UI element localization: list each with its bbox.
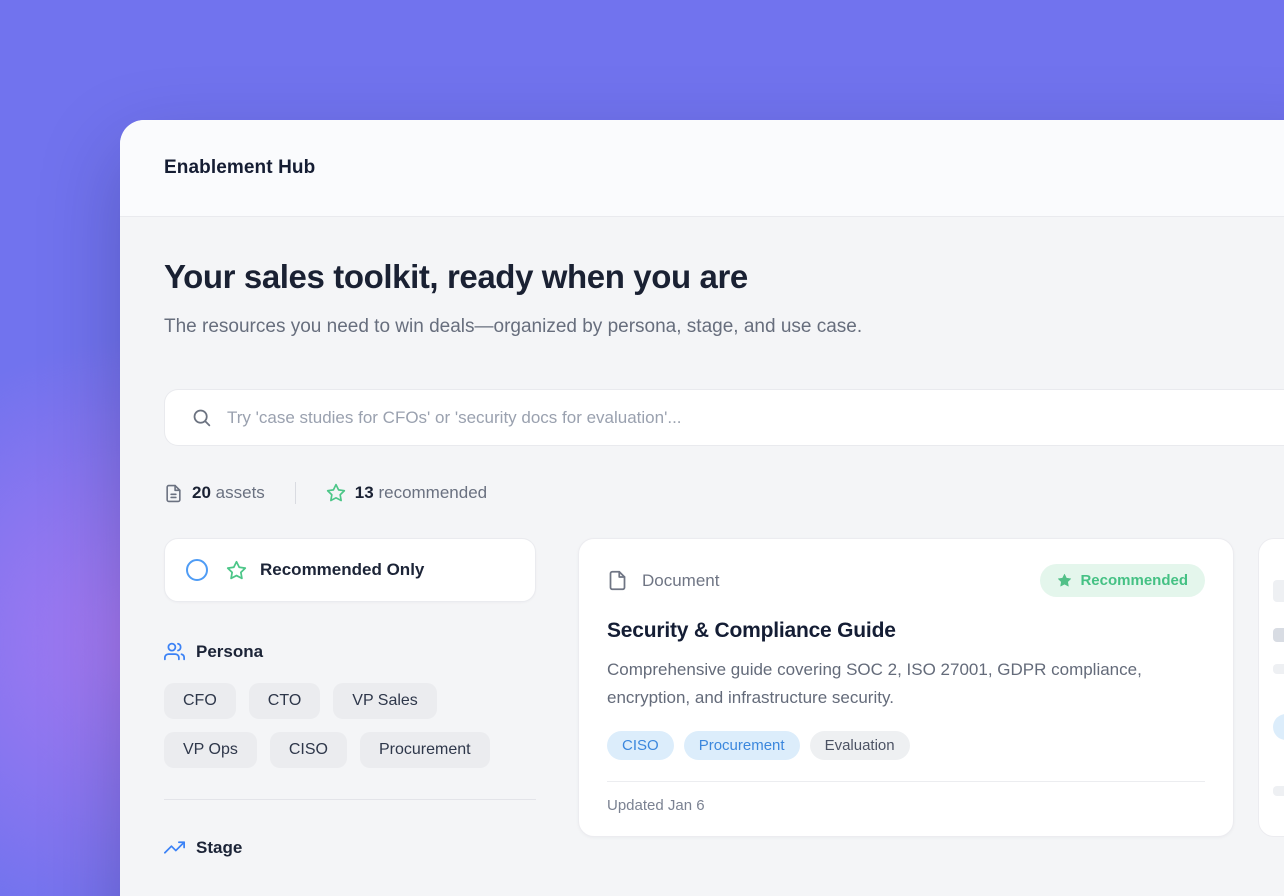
persona-section-title: Persona: [196, 642, 263, 662]
stage-section-title: Stage: [196, 838, 242, 858]
star-icon: [326, 483, 346, 503]
search-input[interactable]: [227, 408, 1284, 428]
star-icon: [226, 560, 247, 581]
asset-updated: Updated Jan 6: [607, 781, 1205, 814]
app-title: Enablement Hub: [164, 157, 315, 179]
search-bar[interactable]: [164, 389, 1284, 446]
persona-chip-cto[interactable]: CTO: [249, 683, 320, 719]
stage-section-header: Stage: [164, 837, 536, 858]
tag-evaluation: Evaluation: [810, 731, 910, 760]
asset-column: Document Recommended Security & Complian…: [578, 538, 1234, 837]
enablement-hub-window: Enablement Hub Your sales toolkit, ready…: [120, 120, 1284, 896]
asset-card-security-compliance-guide[interactable]: Document Recommended Security & Complian…: [578, 538, 1234, 837]
assets-label: assets: [216, 483, 265, 502]
asset-description: Comprehensive guide covering SOC 2, ISO …: [607, 656, 1205, 712]
persona-chip-procurement[interactable]: Procurement: [360, 732, 490, 768]
asset-card-header: Document Recommended: [607, 564, 1205, 597]
stats-row: 20 assets 13 recommended: [164, 482, 1284, 504]
peek-footer-stub: [1273, 786, 1284, 796]
recommended-label: recommended: [378, 483, 487, 502]
persona-section-header: Persona: [164, 641, 536, 662]
assets-stat: 20 assets: [164, 483, 265, 503]
next-asset-card-partial[interactable]: [1258, 538, 1284, 837]
asset-type: Document: [607, 570, 719, 591]
persona-chips: CFO CTO VP Sales VP Ops CISO Procurement: [164, 683, 536, 768]
tag-procurement: Procurement: [684, 731, 800, 760]
persona-chip-vp-ops[interactable]: VP Ops: [164, 732, 257, 768]
page-title: Your sales toolkit, ready when you are: [164, 258, 1284, 296]
persona-chip-cfo[interactable]: CFO: [164, 683, 236, 719]
asset-type-label: Document: [642, 571, 719, 591]
page-subtitle: The resources you need to win deals—orga…: [164, 310, 864, 343]
star-filled-icon: [1057, 573, 1072, 588]
recommended-stat: 13 recommended: [326, 483, 487, 503]
stats-divider: [295, 482, 296, 504]
asset-title: Security & Compliance Guide: [607, 619, 1205, 643]
filters-divider: [164, 799, 536, 800]
tag-ciso: CISO: [607, 731, 674, 760]
filters-sidebar: Recommended Only Persona CFO CTO VP Sale…: [164, 538, 536, 858]
persona-chip-ciso[interactable]: CISO: [270, 732, 347, 768]
persona-chip-vp-sales[interactable]: VP Sales: [333, 683, 437, 719]
window-header: Enablement Hub: [120, 120, 1284, 217]
recommended-only-toggle[interactable]: Recommended Only: [164, 538, 536, 602]
users-icon: [164, 641, 185, 662]
file-text-icon: [164, 484, 183, 503]
recommended-count: 13: [355, 483, 374, 502]
file-icon: [607, 570, 628, 591]
peek-tag-stub: [1273, 714, 1284, 740]
peek-file-icon: [1273, 580, 1284, 602]
content-grid: Recommended Only Persona CFO CTO VP Sale…: [164, 538, 1284, 858]
search-icon: [191, 407, 212, 428]
peek-title-stub: [1273, 628, 1284, 642]
peek-text-stub: [1273, 664, 1284, 674]
assets-count: 20: [192, 483, 211, 502]
recommended-only-radio[interactable]: [186, 559, 208, 581]
window-body: Your sales toolkit, ready when you are T…: [120, 258, 1284, 858]
recommended-badge-label: Recommended: [1080, 572, 1188, 589]
recommended-badge: Recommended: [1040, 564, 1205, 597]
trending-up-icon: [164, 837, 185, 858]
peek-column: [1258, 538, 1284, 837]
asset-tags: CISO Procurement Evaluation: [607, 731, 1205, 760]
recommended-only-label: Recommended Only: [260, 560, 424, 580]
